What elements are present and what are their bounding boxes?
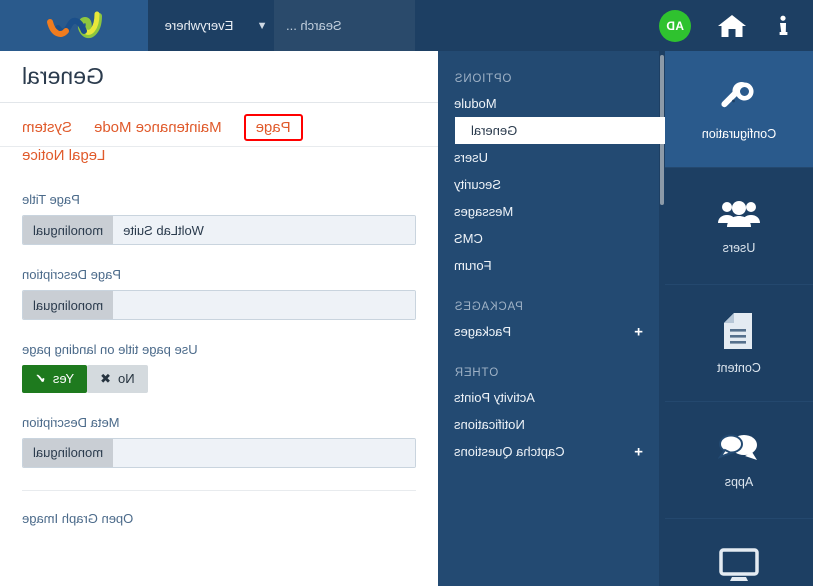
search-input[interactable] — [286, 18, 415, 33]
nav-item-label: Activity Points — [454, 390, 535, 405]
settings-form: Page Title monolingual Page Description … — [0, 178, 438, 491]
woltlab-logo[interactable] — [0, 0, 148, 51]
search-input-wrapper[interactable] — [274, 0, 415, 51]
nav-heading-packages: PACKAGES — [454, 301, 523, 313]
avatar[interactable]: AD — [659, 9, 691, 42]
check-icon: ✔ — [35, 371, 46, 386]
meta-description-input[interactable] — [113, 438, 415, 467]
nav-item-module[interactable]: Module — [438, 90, 665, 117]
field-label: Page Description — [22, 267, 121, 282]
language-prefix-badge[interactable]: monolingual — [23, 216, 114, 244]
nav-item-label: Messages — [454, 204, 514, 219]
field-page-title: Page Title monolingual — [22, 192, 416, 245]
rail-item-customization[interactable]: Customization — [665, 519, 813, 586]
rail-label: Content — [717, 361, 761, 375]
nav-item-cms[interactable]: CMS — [438, 225, 665, 252]
document-icon — [722, 311, 756, 351]
nav-item-packages[interactable]: + Packages — [438, 318, 665, 345]
nav-item-general[interactable]: General — [455, 117, 665, 144]
admin-panel-window: AD ▼ Everywhere — [0, 0, 813, 586]
toggle-yes-label: Yes — [52, 371, 75, 386]
page-title-input-group[interactable]: monolingual — [22, 215, 416, 245]
search-scope-label[interactable]: Everywhere — [148, 0, 250, 51]
nav-item-label: Captcha Questions — [454, 444, 565, 459]
field-label: Page Title — [22, 192, 80, 207]
rail-label: Users — [722, 241, 756, 255]
topbar-spacer — [415, 0, 631, 51]
rail-item-apps[interactable]: Apps — [665, 402, 813, 519]
field-label-open-graph-image: Open Graph Image — [22, 510, 134, 526]
module-rail: Configuration Users Content Apps — [665, 51, 813, 586]
nav-item-captcha-questions[interactable]: + Captcha Questions — [438, 438, 665, 465]
nav-item-messages[interactable]: Messages — [438, 198, 665, 225]
chat-bubbles-icon — [718, 431, 760, 465]
field-page-description: Page Description monolingual — [22, 267, 416, 320]
nav-item-label: Security — [454, 177, 501, 192]
yes-no-toggle-group: ✔ Yes ✖ No — [22, 365, 416, 393]
language-prefix-badge[interactable]: monolingual — [23, 438, 114, 467]
nav-heading-other: OTHER — [454, 367, 499, 379]
tab-legal-notice[interactable]: Legal Notice — [22, 147, 105, 164]
field-use-page-title-on-landing-page: Use page title on landing page ✔ Yes ✖ N… — [22, 342, 416, 393]
nav-item-label: Module — [454, 96, 497, 111]
chevron-down-icon[interactable]: ▼ — [250, 0, 274, 51]
nav-item-label: General — [471, 123, 518, 138]
page-title: General — [22, 63, 104, 89]
content-header: General — [0, 51, 438, 103]
wrench-icon — [719, 77, 759, 117]
field-label: Use page title on landing page — [22, 342, 198, 357]
expand-plus-icon[interactable]: + — [634, 323, 643, 340]
rail-label: Configuration — [701, 127, 777, 141]
rail-item-users[interactable]: Users — [665, 168, 813, 285]
nav-item-users[interactable]: Users — [438, 144, 665, 171]
nav-item-label: Forum — [454, 258, 492, 273]
toggle-no-label: No — [118, 371, 135, 386]
close-icon: ✖ — [100, 371, 112, 386]
rail-label: Apps — [724, 475, 754, 489]
toggle-yes-button[interactable]: ✔ Yes — [22, 365, 88, 393]
home-icon[interactable] — [717, 13, 747, 39]
page-description-input-group[interactable]: monolingual — [22, 290, 416, 320]
users-icon — [717, 197, 761, 231]
nav-item-label: CMS — [454, 231, 483, 246]
page-title-input[interactable] — [113, 216, 415, 244]
tab-page[interactable]: Page — [243, 114, 303, 141]
tab-maintenance-mode[interactable]: Maintenance Mode — [94, 119, 222, 136]
rail-item-content[interactable]: Content — [665, 285, 813, 402]
nav-item-forum[interactable]: Forum — [438, 252, 665, 279]
nav-item-label: Users — [454, 150, 488, 165]
field-label: Meta Description — [22, 414, 120, 430]
language-prefix-badge[interactable]: monolingual — [23, 291, 114, 319]
tab-system[interactable]: System — [22, 119, 72, 136]
nav-item-activity-points[interactable]: Activity Points — [438, 384, 665, 411]
tab-bar-row-2: Legal Notice — [0, 147, 438, 178]
page-description-input[interactable] — [113, 291, 415, 319]
content-area: General Page Maintenance Mode System Leg… — [0, 51, 438, 586]
topbar-icon-group: AD — [631, 0, 813, 51]
info-icon[interactable] — [773, 15, 793, 37]
expand-plus-icon[interactable]: + — [634, 443, 643, 460]
nav-item-label: Packages — [454, 324, 512, 339]
secondary-nav: OPTIONS Module General Users Security Me… — [438, 51, 665, 586]
divider — [22, 489, 416, 491]
nav-item-notifications[interactable]: Notifications — [438, 411, 665, 438]
nav-heading-options: OPTIONS — [454, 73, 512, 85]
nav-item-security[interactable]: Security — [438, 171, 665, 198]
rail-item-configuration[interactable]: Configuration — [665, 51, 813, 168]
field-meta-description: Meta Description monolingual — [22, 415, 416, 468]
nav-list: OPTIONS Module General Users Security Me… — [438, 51, 665, 465]
monitor-icon — [718, 547, 760, 583]
nav-item-label: Notifications — [454, 417, 525, 432]
toggle-no-button[interactable]: ✖ No — [87, 365, 148, 393]
meta-description-input-group[interactable]: monolingual — [22, 437, 416, 468]
tab-bar: Page Maintenance Mode System — [0, 103, 438, 147]
search-bar: ▼ Everywhere — [148, 0, 415, 51]
top-bar: AD ▼ Everywhere — [0, 0, 813, 51]
